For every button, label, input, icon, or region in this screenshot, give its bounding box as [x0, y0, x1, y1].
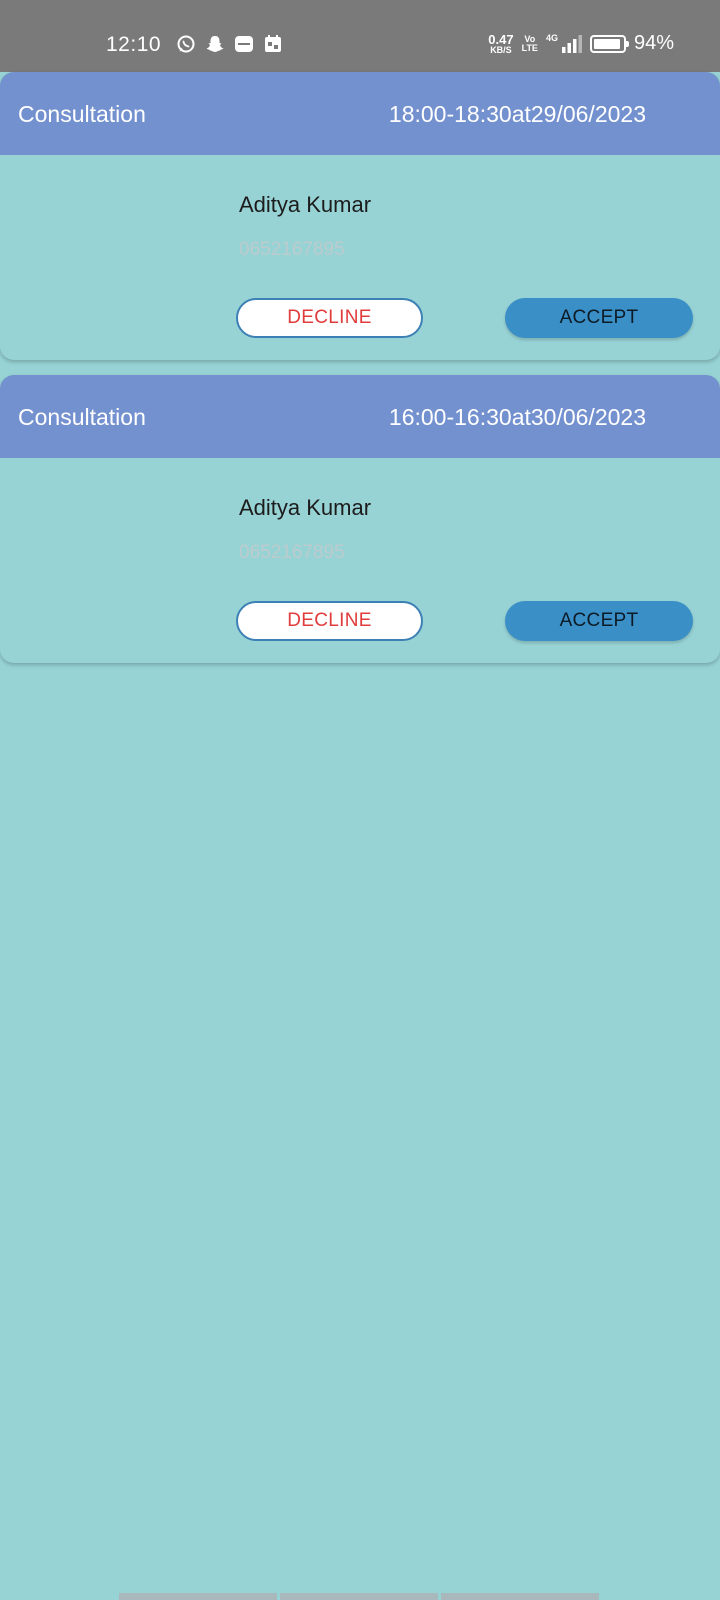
battery-fill [593, 38, 621, 49]
snapchat-icon [206, 36, 224, 52]
network-speed-value: 0.47 [488, 31, 514, 47]
bottom-nav-segment[interactable] [441, 1593, 599, 1600]
status-time: 12:10 [106, 33, 162, 56]
patient-phone: 0652167895 [239, 542, 345, 563]
signal-label: 4G [545, 33, 558, 43]
bottom-nav-segment[interactable] [280, 1593, 438, 1600]
signal-bars-icon [561, 35, 582, 53]
network-speed: 0.47 KB/S [488, 33, 513, 55]
network-speed-unit: KB/S [490, 44, 512, 55]
accept-button[interactable]: ACCEPT [505, 298, 693, 338]
card-header: Consultation 16:00-16:30at30/06/2023 [0, 375, 720, 458]
card-title: Consultation [18, 101, 146, 127]
appointment-time: 18:00-18:30at29/06/2023 [388, 101, 646, 127]
battery-percent: 94% [633, 32, 674, 54]
volte-indicator: Vo LTE [521, 34, 538, 53]
whatsapp-icon [177, 35, 195, 53]
status-bar: 12:10 0.47 KB/S Vo LTE 4G 94% [0, 0, 720, 72]
calendar-icon [265, 35, 281, 52]
notification-icons [176, 34, 283, 54]
zomato-icon [235, 36, 253, 52]
patient-name: Aditya Kumar [239, 192, 372, 217]
card-title: Consultation [18, 404, 146, 430]
appointment-card: Consultation 18:00-18:30at29/06/2023 Adi… [0, 72, 720, 360]
volte-bottom: LTE [521, 42, 538, 53]
bottom-nav-segment[interactable] [119, 1593, 277, 1600]
decline-button[interactable]: DECLINE [236, 298, 423, 338]
bottom-nav-strip [119, 1593, 599, 1600]
patient-name: Aditya Kumar [239, 495, 372, 520]
status-right: 0.47 KB/S Vo LTE 4G 94% [488, 32, 674, 55]
appointment-list: Consultation 18:00-18:30at29/06/2023 Adi… [0, 72, 720, 678]
patient-phone: 0652167895 [239, 239, 345, 260]
appointment-card: Consultation 16:00-16:30at30/06/2023 Adi… [0, 375, 720, 663]
accept-button[interactable]: ACCEPT [505, 601, 693, 641]
card-header: Consultation 18:00-18:30at29/06/2023 [0, 72, 720, 155]
signal-indicator: 4G [546, 34, 582, 53]
decline-button[interactable]: DECLINE [236, 601, 423, 641]
battery-icon [589, 34, 629, 53]
appointment-time: 16:00-16:30at30/06/2023 [388, 404, 646, 430]
